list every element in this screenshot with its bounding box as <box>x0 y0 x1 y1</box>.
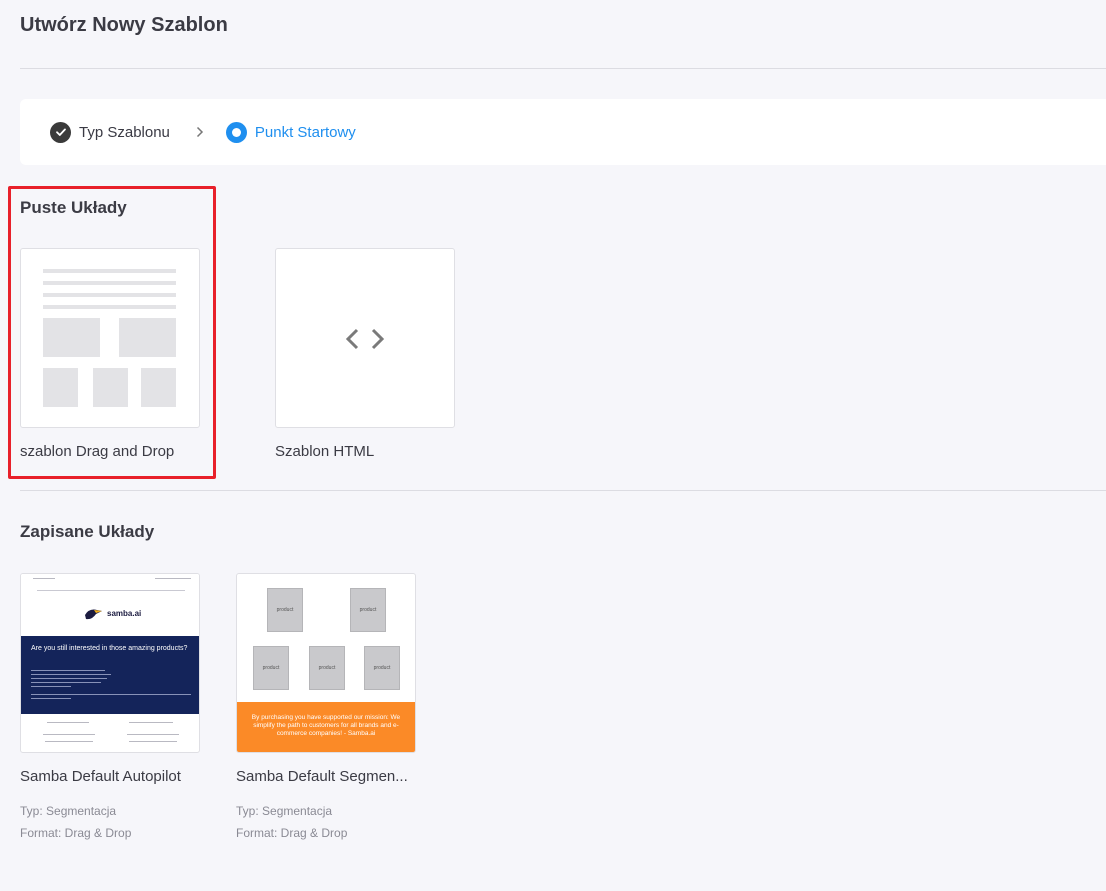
card-type: Typ: Segmentacja <box>236 804 333 818</box>
thumb-brand: samba.ai <box>107 609 142 618</box>
segment-template-card[interactable]: product product product product product … <box>236 573 416 753</box>
chevron-right-icon <box>196 126 204 138</box>
product-placeholder: product <box>253 646 289 690</box>
check-icon <box>50 121 71 143</box>
card-format: Format: Drag & Drop <box>236 826 348 840</box>
step-label: Punkt Startowy <box>254 123 356 141</box>
product-placeholder: product <box>309 646 345 690</box>
blank-layouts-title: Puste Układy <box>20 198 127 217</box>
product-placeholder: product <box>267 588 303 632</box>
card-label[interactable]: Szablon HTML <box>275 443 374 460</box>
page-title: Utwórz Nowy Szablon <box>20 14 228 36</box>
card-format: Format: Drag & Drop <box>20 826 132 840</box>
card-type: Typ: Segmentacja <box>20 804 117 818</box>
thumb-header: samba.ai <box>21 574 199 634</box>
saved-layouts-title: Zapisane Układy <box>20 522 155 541</box>
stepper: Typ Szablonu Punkt Startowy <box>20 99 1106 165</box>
product-placeholder: product <box>364 646 400 690</box>
code-icon <box>345 327 387 356</box>
drag-drop-template-card[interactable] <box>20 248 200 428</box>
section-divider <box>20 490 1106 491</box>
step-label: Typ Szablonu <box>79 123 170 141</box>
step-starting-point[interactable]: Punkt Startowy <box>225 121 356 143</box>
autopilot-template-card[interactable]: samba.ai Are you still interested in tho… <box>20 573 200 753</box>
radio-current-icon <box>225 121 247 143</box>
card-label[interactable]: Samba Default Segmen... <box>236 768 408 785</box>
thumb-heading: Are you still interested in those amazin… <box>31 645 188 652</box>
html-template-card[interactable] <box>275 248 455 428</box>
card-label[interactable]: szablon Drag and Drop <box>20 443 174 460</box>
product-placeholder: product <box>350 588 386 632</box>
step-template-type[interactable]: Typ Szablonu <box>50 121 170 143</box>
thumb-hero: Are you still interested in those amazin… <box>21 636 199 714</box>
header-divider <box>20 68 1106 69</box>
card-label[interactable]: Samba Default Autopilot <box>20 768 181 785</box>
thumb-mission-banner: By purchasing you have supported our mis… <box>237 702 415 752</box>
toucan-logo-icon <box>83 607 103 626</box>
